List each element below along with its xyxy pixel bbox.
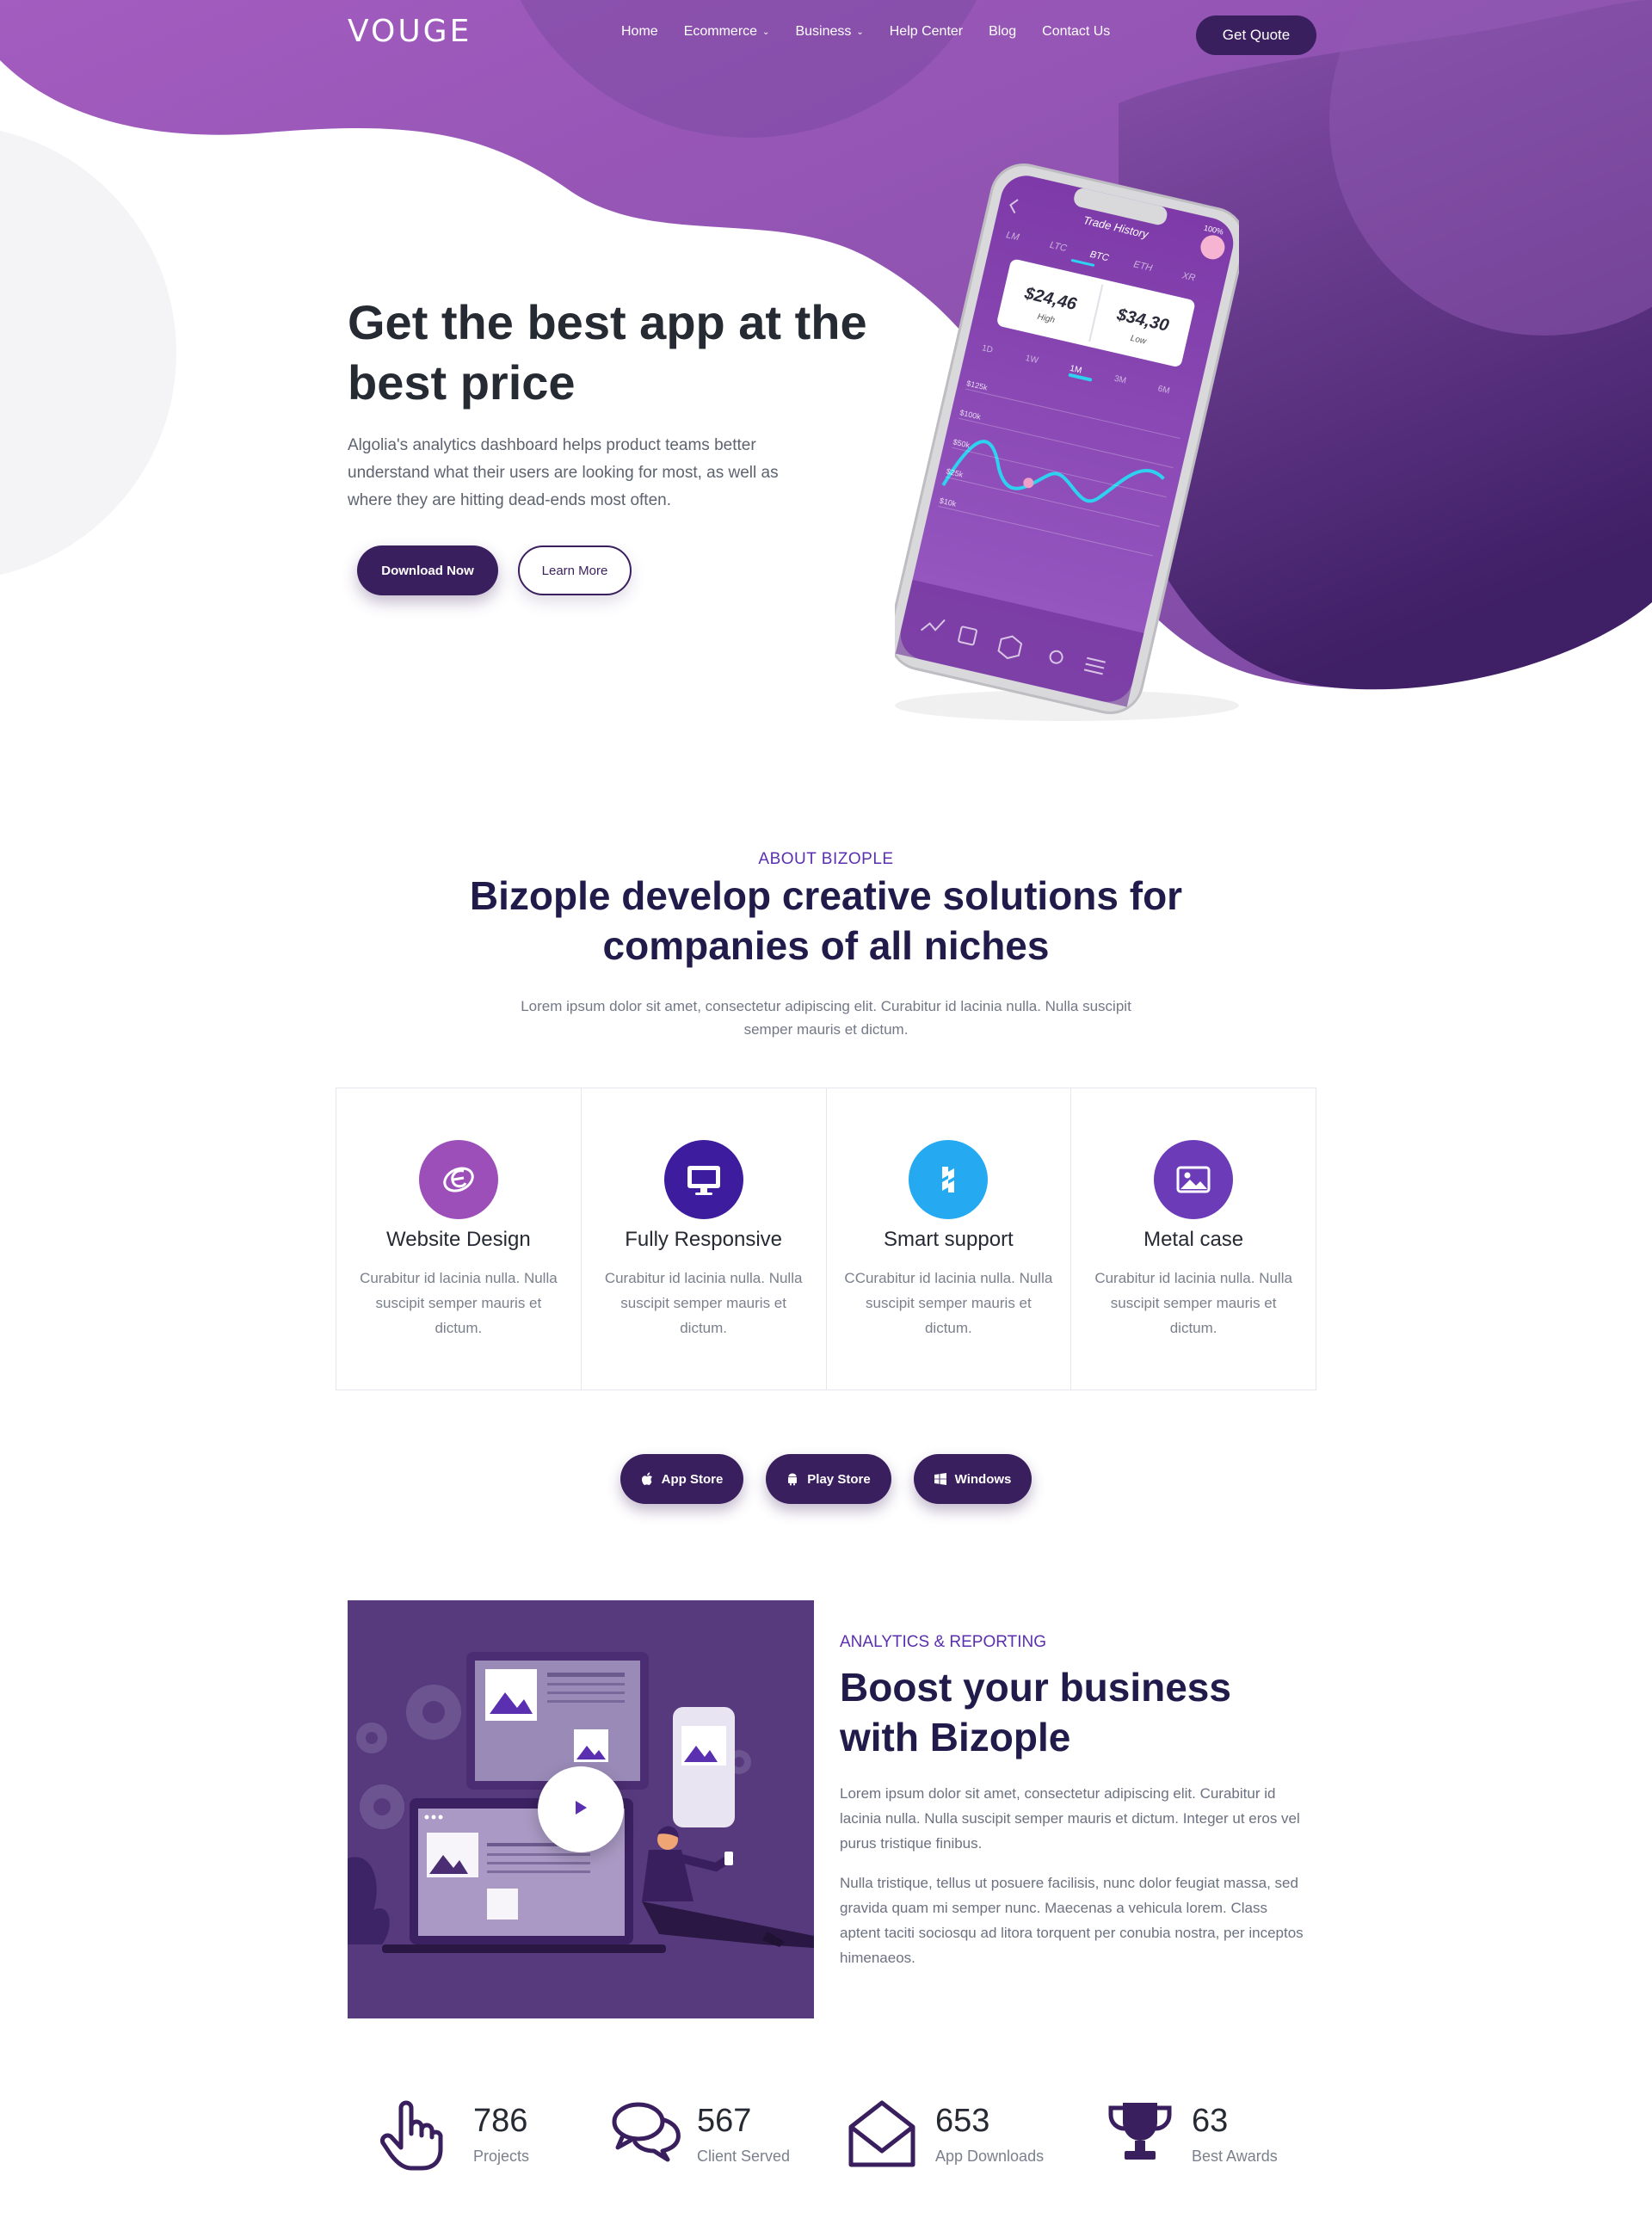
app-store-button[interactable]: App Store [620, 1454, 744, 1504]
image-icon [1154, 1140, 1234, 1219]
nav-label: Ecommerce [683, 24, 758, 39]
play-store-button[interactable]: Play Store [766, 1454, 891, 1504]
stat-label: Best Awards [1192, 2148, 1278, 2165]
feature-title: Fully Responsive [625, 1228, 782, 1251]
video-illustration [348, 1600, 814, 2018]
nav-label: Contact Us [1042, 24, 1111, 39]
trophy-icon [1106, 2098, 1174, 2171]
chevron-down-icon: ⌄ [856, 27, 864, 37]
nav-contact-us[interactable]: Contact Us [1042, 24, 1110, 40]
feature-description: Curabitur id lacinia nulla. Nulla suscip… [1094, 1270, 1292, 1336]
store-label: App Store [661, 1471, 724, 1487]
nav-label: Business [795, 24, 852, 39]
store-label: Play Store [807, 1471, 871, 1487]
monitor-icon [663, 1140, 743, 1219]
stat-value: 786 [473, 2103, 528, 2139]
nav-label: Blog [989, 24, 1017, 39]
nav-ecommerce[interactable]: Ecommerce ⌄ [684, 24, 770, 40]
nav-label: Home [621, 24, 658, 39]
design-icon [418, 1140, 498, 1219]
main-nav: Home Ecommerce ⌄ Business ⌄ Help Center Bl… [621, 24, 1136, 40]
chat-bubbles-icon [611, 2098, 681, 2167]
stats-row: 786 Projects 567 Client Served 653 App D… [379, 2096, 1308, 2182]
nav-label: Help Center [889, 24, 964, 39]
play-video-button[interactable] [538, 1766, 624, 1852]
feature-description: CCurabitur id lacinia nulla. Nulla susci… [844, 1270, 1053, 1336]
get-quote-button[interactable]: Get Quote [1196, 15, 1316, 55]
store-buttons: App Store Play Store Windows [0, 1454, 1652, 1504]
store-label: Windows [954, 1471, 1012, 1487]
feature-description: Curabitur id lacinia nulla. Nulla suscip… [360, 1270, 558, 1336]
analytics-paragraph: Nulla tristique, tellus ut posuere facil… [840, 1875, 1304, 1966]
chevron-down-icon: ⌄ [762, 27, 770, 37]
site-header: VOUGE Home Ecommerce ⌄ Business ⌄ Help Cen… [0, 0, 1652, 69]
about-title: Bizople develop creative solutions for c… [469, 873, 1183, 968]
learn-more-button[interactable]: Learn More [518, 545, 632, 595]
feature-card: Smart support CCurabitur id lacinia null… [827, 1088, 1072, 1390]
nav-help-center[interactable]: Help Center [890, 24, 963, 40]
download-now-button[interactable]: Download Now [357, 545, 498, 595]
stat-value: 567 [697, 2103, 752, 2139]
windows-button[interactable]: Windows [913, 1454, 1032, 1504]
feature-card: Metal case Curabitur id lacinia nulla. N… [1071, 1088, 1316, 1390]
nav-business[interactable]: Business ⌄ [795, 24, 863, 40]
about-eyebrow: ABOUT BIZOPLE [758, 850, 894, 868]
hero-title: Get the best app at the best price [348, 295, 867, 410]
feature-title: Smart support [884, 1228, 1014, 1251]
android-icon [786, 1472, 798, 1486]
phone-mockup: Trade History 100% LM LTC BTC ETH XR $24… [895, 163, 1239, 721]
pointer-hand-icon [379, 2098, 444, 2176]
windows-icon [934, 1473, 946, 1485]
open-envelope-icon [848, 2098, 916, 2174]
stat-value: 63 [1192, 2103, 1229, 2139]
stat-value: 653 [935, 2103, 990, 2139]
analytics-paragraph: Lorem ipsum dolor sit amet, consectetur … [840, 1785, 1300, 1852]
analytics-eyebrow: ANALYTICS & REPORTING [840, 1633, 1047, 1651]
feature-card: Fully Responsive Curabitur id lacinia nu… [582, 1088, 827, 1390]
feature-description: Curabitur id lacinia nulla. Nulla suscip… [604, 1270, 803, 1336]
features-grid: Website Design Curabitur id lacinia null… [336, 1088, 1316, 1390]
stat-label: Client Served [697, 2148, 791, 2165]
stat-label: App Downloads [935, 2148, 1045, 2165]
hero-description: Algolia's analytics dashboard helps prod… [348, 436, 779, 509]
apple-icon [641, 1472, 653, 1486]
nav-blog[interactable]: Blog [989, 24, 1016, 40]
about-description: Lorem ipsum dolor sit amet, consectetur … [521, 998, 1131, 1038]
play-icon [574, 1800, 588, 1820]
feature-title: Metal case [1143, 1228, 1244, 1251]
feature-card: Website Design Curabitur id lacinia null… [336, 1088, 582, 1390]
logo[interactable]: VOUGE [348, 14, 472, 49]
nav-home[interactable]: Home [621, 24, 658, 40]
analytics-title: Boost your business with Bizople [840, 1665, 1231, 1759]
feature-title: Website Design [386, 1228, 531, 1251]
support-icon [909, 1140, 989, 1219]
stat-label: Projects [473, 2148, 530, 2165]
